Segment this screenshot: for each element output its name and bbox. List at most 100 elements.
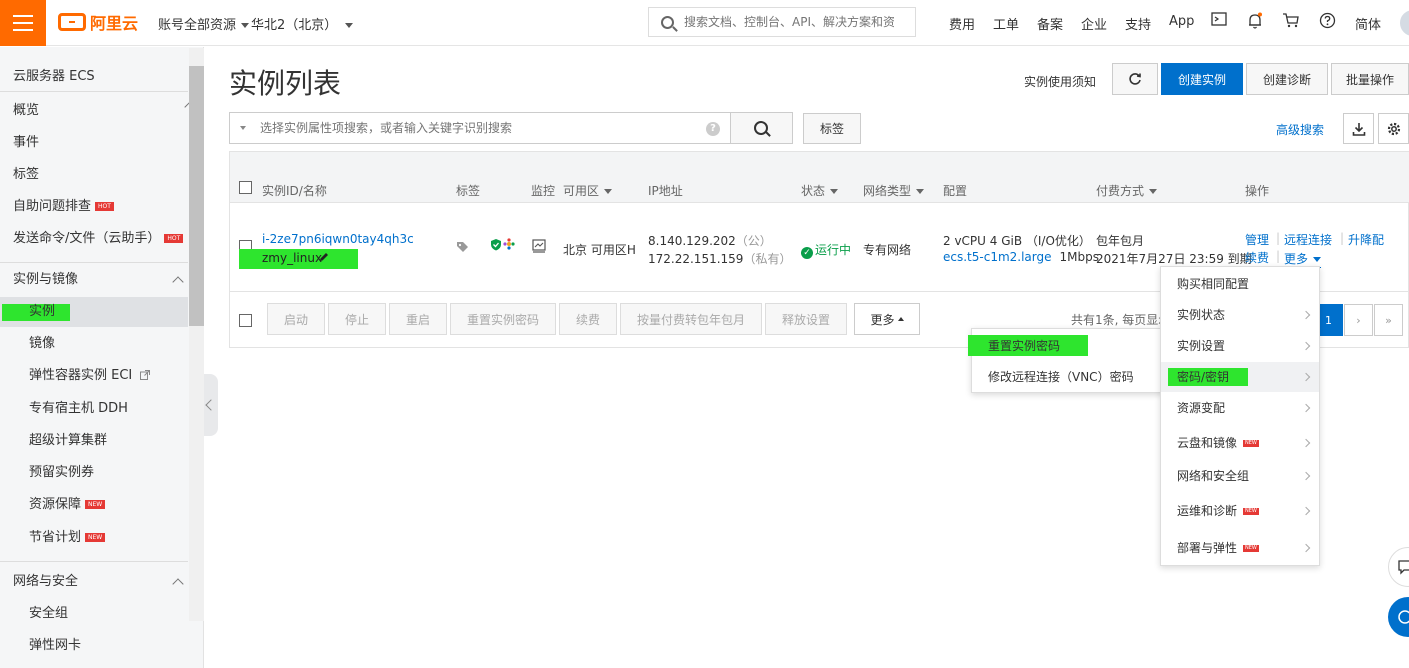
menu-item-network-security[interactable]: 网络和安全组 [1161, 461, 1319, 491]
menu-item-instance-status[interactable]: 实例状态 [1161, 300, 1319, 330]
menu-item-instance-settings[interactable]: 实例设置 [1161, 331, 1319, 361]
renew-link[interactable]: 续费 [1245, 249, 1269, 266]
renew-button[interactable]: 续费 [559, 303, 617, 335]
bulk-select-checkbox[interactable] [239, 314, 252, 327]
instance-filter-input[interactable] [260, 121, 690, 135]
bulk-more-label: 更多 [870, 312, 895, 327]
security-shield-icon[interactable] [490, 238, 502, 254]
column-header-billing[interactable]: 付费方式 [1096, 182, 1158, 199]
menu-item-disk-image[interactable]: 云盘和镜像 NEW [1161, 428, 1319, 458]
global-search-input[interactable] [684, 15, 894, 29]
bell-icon[interactable] [1246, 12, 1264, 30]
column-header-status[interactable]: 状态 [801, 182, 839, 199]
nav-support[interactable]: 支持 [1125, 14, 1151, 33]
column-header-label: 网络类型 [863, 184, 912, 198]
sidebar-section-label: 网络与安全 [13, 574, 79, 589]
filter-dropdown-icon[interactable] [240, 126, 246, 130]
tag-icon[interactable] [456, 241, 469, 257]
monitor-chart-icon[interactable] [532, 239, 546, 256]
sidebar-item-label: 预留实例券 [29, 465, 95, 480]
menu-item-resource-change[interactable]: 资源变配 [1161, 393, 1319, 423]
sidebar-item-overview[interactable]: 概览 [0, 96, 188, 126]
column-header-network[interactable]: 网络类型 [863, 182, 925, 199]
create-instance-button[interactable]: 创建实例 [1161, 63, 1243, 95]
sidebar-scrollbar-thumb[interactable] [189, 66, 204, 326]
restart-button[interactable]: 重启 [389, 303, 447, 335]
nav-enterprise[interactable]: 企业 [1081, 14, 1107, 33]
sidebar-section-network-security[interactable]: 网络与安全 [0, 567, 188, 597]
sidebar-item-reserved-instances[interactable]: 预留实例券 [0, 458, 188, 488]
menu-item-deploy-elastic[interactable]: 部署与弹性 NEW [1161, 533, 1319, 563]
global-search[interactable] [648, 7, 916, 37]
region-selector[interactable]: 华北2（北京） [251, 14, 354, 33]
sidebar-item-label: 弹性网卡 [29, 638, 82, 653]
language-switch[interactable]: 简体 [1355, 14, 1381, 33]
nav-app[interactable]: App [1169, 14, 1194, 29]
filter-search-button[interactable] [730, 112, 793, 144]
help-icon[interactable] [1318, 12, 1336, 30]
reset-instance-password-item[interactable]: 重置实例密码 [972, 331, 1163, 361]
instance-usage-notice-link[interactable]: 实例使用须知 [1024, 73, 1096, 90]
release-settings-button[interactable]: 释放设置 [765, 303, 847, 335]
upgrade-downgrade-link[interactable]: 升降配 [1348, 231, 1384, 248]
sidebar-item-security-groups[interactable]: 安全组 [0, 599, 188, 629]
sidebar-item-eni[interactable]: 弹性网卡 [0, 631, 188, 661]
sidebar-collapse-handle[interactable] [204, 374, 218, 436]
sidebar-item-resource-assurance[interactable]: 资源保障 NEW [0, 490, 188, 520]
chevron-up-icon[interactable] [173, 275, 183, 285]
nav-tickets[interactable]: 工单 [993, 14, 1019, 33]
cart-icon[interactable] [1282, 12, 1300, 30]
bulk-more-button[interactable]: 更多 [854, 303, 920, 335]
sidebar-item-scc[interactable]: 超级计算集群 [0, 426, 188, 456]
modify-vnc-password-item[interactable]: 修改远程连接（VNC）密码 [972, 362, 1163, 392]
sidebar-item-self-troubleshoot[interactable]: 自助问题排查 HOT [0, 192, 188, 222]
next-page-button[interactable]: › [1344, 304, 1373, 336]
tag-filter-button[interactable]: 标签 [803, 113, 861, 144]
search-icon [754, 121, 768, 135]
sidebar-item-eci[interactable]: 弹性容器实例 ECI [0, 361, 188, 391]
sidebar-item-images[interactable]: 镜像 [0, 329, 188, 359]
app-status-icon[interactable] [503, 238, 515, 253]
sidebar-item-instances[interactable]: 实例 [0, 297, 188, 327]
resource-scope-selector[interactable]: 账号全部资源 [158, 14, 250, 33]
sidebar-item-ddh[interactable]: 专有宿主机 DDH [0, 394, 188, 424]
aliyun-logo[interactable]: 阿里云 [58, 11, 138, 33]
manage-link[interactable]: 管理 [1245, 231, 1269, 248]
create-diagnosis-button[interactable]: 创建诊断 [1246, 63, 1328, 95]
nav-billing[interactable]: 费用 [949, 14, 975, 33]
sidebar-item-savings-plan[interactable]: 节省计划 NEW [0, 523, 188, 553]
column-header-zone[interactable]: 可用区 [563, 182, 613, 199]
instance-id-link[interactable]: i-2ze7pn6iqwn0tay4qh3c [262, 232, 414, 246]
last-page-button[interactable]: » [1374, 304, 1403, 336]
chevron-up-icon[interactable] [173, 577, 183, 587]
start-button[interactable]: 启动 [267, 303, 325, 335]
sidebar-section-instances-images[interactable]: 实例与镜像 [0, 265, 188, 295]
feedback-float-button[interactable] [1388, 547, 1409, 587]
reset-password-button[interactable]: 重置实例密码 [450, 303, 556, 335]
sidebar-item-events[interactable]: 事件 [0, 128, 188, 158]
menu-item-password-key[interactable]: 密码/密钥 [1161, 362, 1319, 392]
settings-button[interactable] [1378, 113, 1409, 144]
instance-type-link[interactable]: ecs.t5-c1m2.large [943, 250, 1052, 264]
stop-button[interactable]: 停止 [328, 303, 386, 335]
avatar[interactable] [1398, 8, 1409, 38]
convert-billing-button[interactable]: 按量付费转包年包月 [620, 303, 762, 335]
refresh-button[interactable] [1112, 63, 1158, 95]
menu-item-label: 资源变配 [1177, 401, 1226, 415]
batch-operations-button[interactable]: 批量操作 [1331, 63, 1409, 95]
sidebar-item-cloud-assistant[interactable]: 发送命令/文件（云助手） HOT [0, 224, 188, 254]
download-button[interactable] [1343, 113, 1374, 144]
question-icon[interactable]: ? [706, 122, 720, 136]
instance-filter[interactable]: ? [229, 112, 731, 144]
terminal-icon[interactable] [1210, 12, 1228, 30]
remote-connect-link[interactable]: 远程连接 [1284, 231, 1332, 248]
hamburger-menu-icon[interactable] [0, 0, 46, 46]
edit-name-icon[interactable] [318, 251, 330, 266]
advanced-search-link[interactable]: 高级搜索 [1276, 121, 1324, 138]
assistant-float-button[interactable] [1388, 597, 1409, 637]
select-all-checkbox[interactable] [239, 181, 252, 194]
menu-item-ops-diagnosis[interactable]: 运维和诊断 NEW [1161, 496, 1319, 526]
nav-icp[interactable]: 备案 [1037, 14, 1063, 33]
sidebar-item-tags[interactable]: 标签 [0, 160, 188, 190]
menu-item-buy-same[interactable]: 购买相同配置 [1161, 269, 1319, 299]
